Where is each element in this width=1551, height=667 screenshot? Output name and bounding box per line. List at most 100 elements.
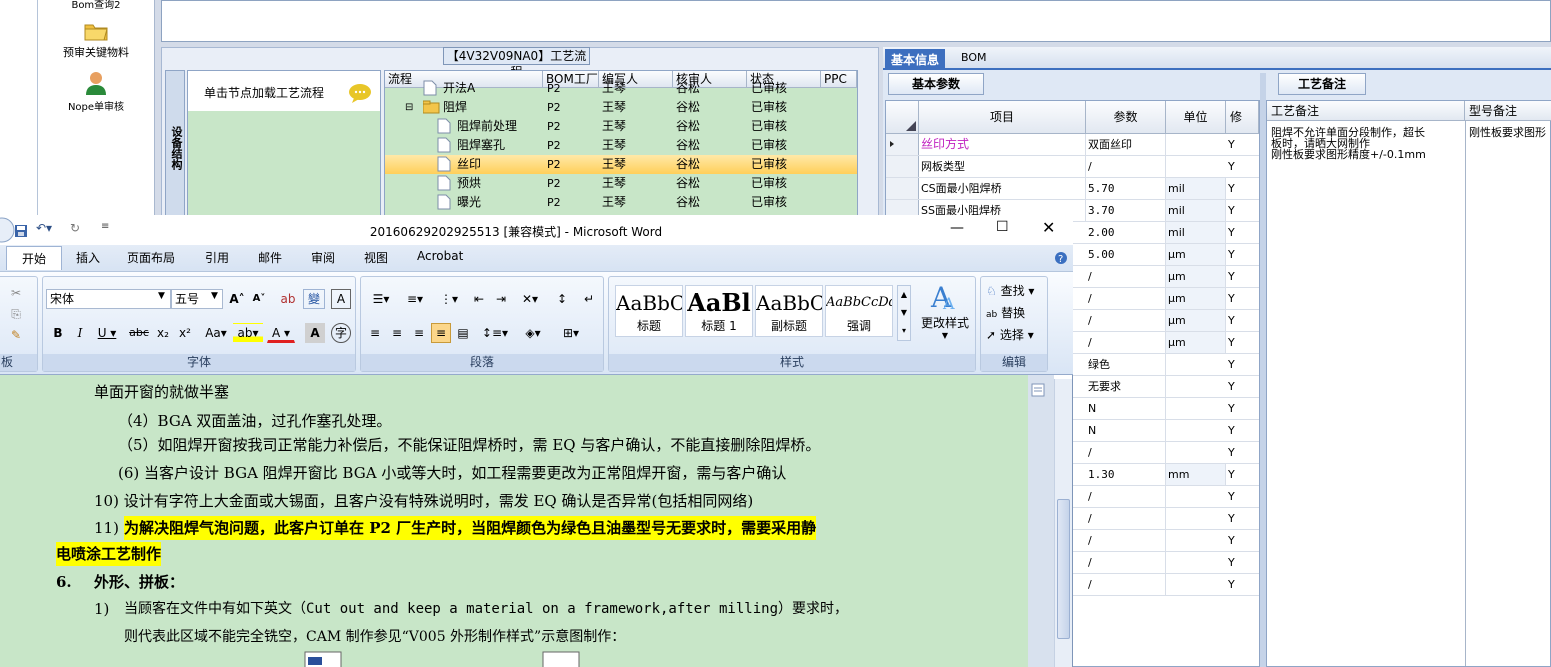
change-case-button[interactable]: Aa▾ — [201, 323, 231, 343]
vertical-scrollbar[interactable] — [1054, 379, 1072, 667]
close-button[interactable]: ✕ — [1042, 218, 1055, 237]
process-hint-panel: 单击节点加载工艺流程 — [187, 70, 381, 217]
doc-line: 10) 设计有字符上大金面或大锡面，且客户没有特殊说明时，需发 EQ 确认是否异… — [94, 492, 754, 510]
tab-basic-info[interactable]: 基本信息 — [885, 49, 946, 70]
line-spacing-button[interactable]: ↕≡▾ — [479, 323, 511, 343]
tab-insert[interactable]: 插入 — [76, 249, 100, 266]
param-value: / — [1086, 332, 1166, 353]
document-page[interactable]: 单面开窗的就做半塞 （4）BGA 双面盖油，过孔作塞孔处理。 （5）如阻焊开窗按… — [0, 375, 1028, 667]
format-painter-icon[interactable]: ✎ — [7, 325, 25, 345]
shrink-font-button[interactable]: A˅ — [249, 289, 269, 309]
increase-indent-button[interactable]: ⇥ — [491, 289, 511, 309]
param-value: 5.00 — [1086, 244, 1166, 265]
shading-button[interactable]: ◈▾ — [517, 323, 549, 343]
align-right-button[interactable]: ≡ — [409, 323, 429, 343]
tab-bom[interactable]: BOM — [955, 49, 993, 70]
subscript-button[interactable]: x₂ — [153, 323, 173, 343]
underline-button[interactable]: U ▾ — [95, 323, 119, 343]
process-row[interactable]: 开法A P2 王琴 谷松 已审核 — [385, 79, 857, 98]
copy-icon[interactable]: ⎘ — [7, 304, 25, 324]
column-header-modify[interactable]: 修 — [1226, 101, 1259, 134]
borders-button[interactable]: ⊞▾ — [555, 323, 587, 343]
distribute-button[interactable]: ▤ — [453, 323, 473, 343]
find-button[interactable]: ♘ 查找 ▾ — [985, 281, 1045, 301]
column-header-param[interactable]: 参数 — [1086, 101, 1166, 134]
tab-device-structure[interactable]: 设备结构 — [165, 70, 185, 217]
scrollbar-thumb[interactable] — [1057, 499, 1070, 639]
nav-item-key-material[interactable]: 预审关键物料 — [40, 20, 152, 60]
tab-process-notes[interactable]: 工艺备注 — [1278, 73, 1366, 95]
tab-home[interactable]: 开始 — [6, 246, 63, 270]
decrease-indent-button[interactable]: ⇤ — [469, 289, 489, 309]
process-row[interactable]: 曝光 P2 王琴 谷松 已审核 — [385, 193, 857, 212]
superscript-button[interactable]: x² — [175, 323, 195, 343]
column-header-process-note[interactable]: 工艺备注 — [1267, 101, 1465, 121]
tab-mailings[interactable]: 邮件 — [258, 249, 282, 266]
process-writer: 王琴 — [602, 157, 627, 171]
nav-item-bom-query[interactable]: Bom查询2 — [40, 0, 152, 11]
parameter-row[interactable]: 丝印方式 双面丝印 Y — [886, 134, 1259, 156]
justify-button[interactable]: ≡ — [431, 323, 451, 343]
doc-heading: 外形、拼板： — [94, 573, 185, 591]
parameter-row[interactable]: CS面最小阻焊桥 5.70 mil Y — [886, 178, 1259, 200]
process-row[interactable]: 预烘 P2 王琴 谷松 已审核 — [385, 174, 857, 193]
expand-toggle-icon[interactable]: ⊟ — [405, 98, 413, 117]
chinese-layout-button[interactable]: ✕▾ — [515, 289, 545, 309]
italic-button[interactable]: I — [71, 323, 89, 343]
align-left-button[interactable]: ≡ — [365, 323, 385, 343]
help-icon[interactable]: ? — [1054, 251, 1068, 265]
align-center-button[interactable]: ≡ — [387, 323, 407, 343]
char-shading-button[interactable]: A — [305, 323, 325, 343]
bold-button[interactable]: B — [49, 323, 67, 343]
grow-font-button[interactable]: A˄ — [227, 289, 247, 309]
select-button[interactable]: ➚ 选择 ▾ — [985, 325, 1045, 345]
maximize-button[interactable]: ☐ — [996, 219, 1009, 235]
change-styles-button[interactable]: AA 更改样式 ▼ — [917, 281, 973, 340]
editing-group: ♘ 查找 ▾ ab 替换 ➚ 选择 ▾ 编辑 — [980, 276, 1048, 372]
embedded-file-icon[interactable] — [542, 651, 580, 667]
current-row-arrow-icon — [890, 141, 894, 147]
tab-review[interactable]: 审阅 — [311, 249, 335, 266]
sort-button[interactable]: ↕ — [551, 289, 573, 309]
tab-page-layout[interactable]: 页面布局 — [127, 249, 175, 266]
column-header-model-note[interactable]: 型号备注 — [1465, 101, 1551, 121]
tab-references[interactable]: 引用 — [205, 249, 229, 266]
numbering-button[interactable]: ≡▾ — [399, 289, 431, 309]
strikethrough-button[interactable]: abc — [127, 323, 151, 343]
tab-basic-params[interactable]: 基本参数 — [888, 73, 984, 95]
highlight-color-button[interactable]: ab▾ — [233, 323, 263, 343]
enclose-char-button[interactable]: 字 — [331, 323, 351, 343]
clear-format-icon[interactable]: ab — [277, 289, 299, 309]
bullets-button[interactable]: ☰▾ — [365, 289, 397, 309]
style-subtitle[interactable]: AaBbC 副标题 — [755, 285, 823, 337]
nav-item-nope-review[interactable]: Nope单审核 — [40, 70, 152, 113]
column-header-item[interactable]: 项目 — [919, 101, 1086, 134]
show-marks-button[interactable]: ↵ — [579, 289, 599, 309]
font-color-button[interactable]: A ▾ — [267, 323, 295, 343]
column-header-unit[interactable]: 单位 — [1166, 101, 1226, 134]
style-sample: AaBbC — [756, 291, 822, 315]
row-selector[interactable] — [886, 134, 919, 155]
replace-button[interactable]: ab 替换 — [985, 303, 1045, 323]
minimize-button[interactable]: — — [950, 220, 964, 236]
style-heading-1[interactable]: AaBl 标题 1 — [685, 285, 753, 337]
parameter-row[interactable]: 网板类型 / Y — [886, 156, 1259, 178]
ruler-toggle-icon[interactable] — [1031, 383, 1045, 397]
font-name-select[interactable]: 宋体 — [46, 289, 171, 309]
row-selector[interactable] — [886, 178, 919, 199]
phonetic-guide-button[interactable]: 變 — [303, 289, 325, 309]
style-emphasis[interactable]: AaBbCcDd 强调 — [825, 285, 893, 337]
cut-icon[interactable]: ✂ — [7, 283, 25, 303]
process-row[interactable]: 阻焊塞孔 P2 王琴 谷松 已审核 — [385, 136, 857, 155]
tab-acrobat[interactable]: Acrobat — [417, 249, 463, 263]
style-title[interactable]: AaBbC 标题 — [615, 285, 683, 337]
process-row[interactable]: 丝印 P2 王琴 谷松 已审核 — [385, 155, 857, 174]
styles-scroll[interactable]: ▲ ▼ ▾ — [897, 285, 911, 341]
tab-view[interactable]: 视图 — [364, 249, 388, 266]
embedded-file-icon[interactable] — [304, 651, 342, 667]
process-row[interactable]: 阻焊前处理 P2 王琴 谷松 已审核 — [385, 117, 857, 136]
multilevel-list-button[interactable]: ⋮▾ — [433, 289, 465, 309]
process-row[interactable]: ⊟ 阻焊 P2 王琴 谷松 已审核 — [385, 98, 857, 117]
row-selector[interactable] — [886, 156, 919, 177]
char-border-button[interactable]: A — [331, 289, 351, 309]
